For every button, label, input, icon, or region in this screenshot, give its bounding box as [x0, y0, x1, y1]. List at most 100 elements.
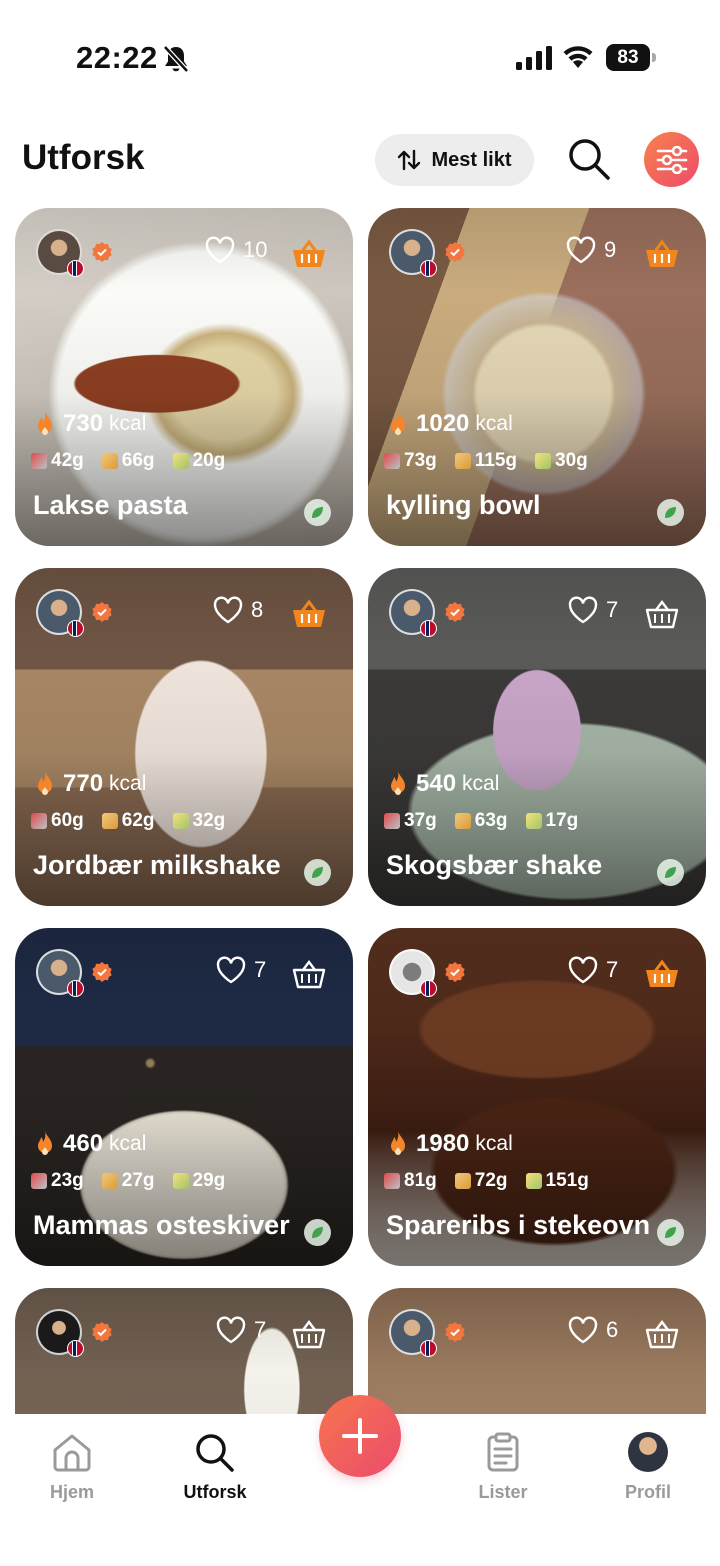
calories: 1980 kcal — [386, 1130, 513, 1158]
recipe-title: Skogsbær shake — [386, 850, 603, 880]
calories: 730 kcal — [33, 410, 146, 438]
likes-count: 9 — [604, 237, 617, 262]
sort-label: Mest likt — [431, 148, 512, 171]
likes-button[interactable]: 7 — [568, 596, 618, 624]
carbs-icon — [101, 813, 118, 829]
verified-badge-icon — [445, 962, 465, 982]
norway-flag-icon — [420, 980, 437, 997]
kcal-value: 1980 — [416, 1130, 470, 1157]
fat-icon — [535, 453, 552, 469]
shopping-basket-icon[interactable] — [291, 1318, 327, 1350]
tab-explore[interactable]: Utforsk — [160, 1432, 270, 1503]
kcal-unit: kcal — [109, 1132, 147, 1155]
macros: 42g 66g 20g — [31, 450, 225, 472]
heart-icon — [568, 596, 598, 624]
norway-flag-icon — [67, 980, 84, 997]
fat-icon — [525, 813, 542, 829]
norway-flag-icon — [420, 620, 437, 637]
calories: 1020 kcal — [386, 410, 513, 438]
recipe-grid[interactable]: 10 730 kcal 42g 66g 20g Lakse pasta 9 10… — [0, 0, 720, 1414]
likes-count: 7 — [606, 957, 619, 982]
likes-button[interactable]: 7 — [568, 956, 618, 984]
sort-arrows-icon — [398, 149, 421, 171]
kcal-value: 730 — [63, 410, 104, 437]
verified-badge-icon — [445, 242, 465, 262]
shopping-basket-icon[interactable] — [644, 1318, 680, 1350]
shopping-basket-icon[interactable] — [291, 598, 327, 630]
tab-profile-label: Profil — [624, 1482, 671, 1502]
macros: 81g 72g 151g — [384, 1170, 589, 1192]
protein-value: 23g — [51, 1170, 84, 1191]
shopping-basket-icon[interactable] — [291, 958, 327, 990]
heart-icon — [205, 236, 235, 264]
norway-flag-icon — [420, 260, 437, 277]
kcal-unit: kcal — [109, 412, 147, 435]
recipe-title: Lakse pasta — [33, 490, 188, 520]
tab-profile[interactable]: Profil — [593, 1432, 703, 1503]
recipe-card[interactable]: 7 — [15, 1288, 353, 1414]
search-icon[interactable] — [566, 136, 612, 182]
likes-button[interactable]: 7 — [216, 956, 266, 984]
protein-value: 42g — [51, 450, 84, 471]
likes-count: 8 — [251, 597, 264, 622]
carbs-icon — [101, 453, 118, 469]
avatar — [628, 1432, 668, 1472]
carbs-value: 115g — [474, 450, 518, 471]
likes-button[interactable]: 7 — [216, 1316, 266, 1344]
likes-button[interactable]: 9 — [566, 236, 616, 264]
likes-count: 7 — [606, 597, 619, 622]
search-icon — [196, 1434, 234, 1472]
recipe-card[interactable]: 10 730 kcal 42g 66g 20g Lakse pasta — [15, 208, 353, 546]
kcal-unit: kcal — [462, 772, 500, 795]
protein-value: 60g — [51, 810, 84, 831]
calories: 770 kcal — [33, 770, 146, 798]
verified-badge-icon — [445, 602, 465, 622]
macros: 60g 62g 32g — [31, 810, 225, 832]
shopping-basket-icon[interactable] — [644, 238, 680, 270]
flame-icon — [391, 1131, 405, 1155]
recipe-card[interactable]: 9 1020 kcal 73g 115g 30g kylling bowl — [368, 208, 706, 546]
heart-icon — [566, 236, 596, 264]
likes-button[interactable]: 6 — [568, 1316, 618, 1344]
recipe-card[interactable]: 7 460 kcal 23g 27g 29g Mammas osteskiver — [15, 928, 353, 1266]
verified-badge-icon — [92, 962, 112, 982]
filter-button[interactable] — [644, 132, 699, 187]
add-recipe-button[interactable] — [319, 1395, 401, 1477]
recipe-title: kylling bowl — [386, 490, 541, 520]
shopping-basket-icon[interactable] — [644, 598, 680, 630]
flame-icon — [391, 411, 405, 435]
kcal-unit: kcal — [475, 412, 513, 435]
tab-lists[interactable]: Lister — [448, 1432, 558, 1503]
tab-lists-label: Lister — [478, 1482, 528, 1502]
fat-value: 20g — [192, 450, 226, 471]
carbs-icon — [454, 813, 471, 829]
fat-value: 151g — [545, 1170, 589, 1191]
norway-flag-icon — [67, 260, 84, 277]
sort-button[interactable]: Mest likt — [375, 134, 534, 186]
verified-badge-icon — [92, 602, 112, 622]
likes-button[interactable]: 10 — [205, 236, 267, 264]
norway-flag-icon — [420, 1340, 437, 1357]
fat-value: 17g — [545, 810, 579, 831]
recipe-card[interactable]: 7 1980 kcal 81g 72g 151g Spareribs i ste… — [368, 928, 706, 1266]
fat-value: 32g — [192, 810, 226, 831]
recipe-card[interactable]: 8 770 kcal 60g 62g 32g Jordbær milkshake — [15, 568, 353, 906]
fat-value: 29g — [192, 1170, 226, 1191]
flame-icon — [38, 411, 52, 435]
shopping-basket-icon[interactable] — [644, 958, 680, 990]
tab-home[interactable]: Hjem — [17, 1432, 127, 1503]
carbs-icon — [454, 453, 471, 469]
carbs-icon — [454, 1173, 471, 1189]
recipe-card[interactable]: 7 540 kcal 37g 63g 17g Skogsbær shake — [368, 568, 706, 906]
macros: 23g 27g 29g — [31, 1170, 225, 1192]
leaf-icon — [657, 499, 684, 526]
kcal-unit: kcal — [109, 772, 147, 795]
verified-badge-icon — [92, 242, 112, 262]
likes-button[interactable]: 8 — [213, 596, 263, 624]
leaf-icon — [304, 499, 331, 526]
tab-home-label: Hjem — [49, 1482, 94, 1502]
protein-value: 73g — [404, 450, 437, 471]
shopping-basket-icon[interactable] — [291, 238, 327, 270]
recipe-card[interactable]: 6 — [368, 1288, 706, 1414]
macros: 73g 115g 30g — [384, 450, 588, 472]
